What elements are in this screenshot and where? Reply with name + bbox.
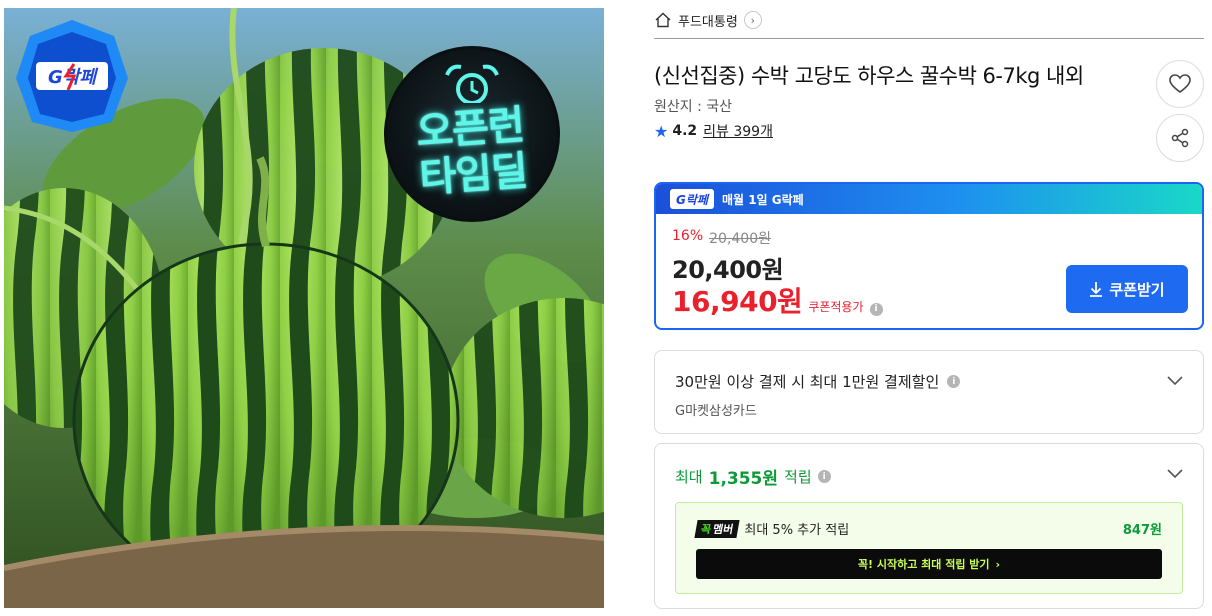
membership-amount: 847원 <box>1122 523 1162 538</box>
promo-header: G락페 매월 1일 G락페 <box>656 184 1202 214</box>
product-rating: ★ 4.2 리뷰 399개 <box>654 121 773 141</box>
timedeal-line1: 오픈런 <box>415 102 526 156</box>
share-icon <box>1171 128 1189 148</box>
points-prefix: 최대 <box>675 468 703 486</box>
membership-signup-button[interactable]: 꼭! 시작하고 최대 적립 받기 › <box>696 549 1162 579</box>
points-panel: 최대 1,355원 적립 i 꼭 멤버 최대 5% 추가 적립 847원 꼭! 시… <box>654 443 1204 609</box>
breadcrumb: 푸드대통령 › <box>654 9 1204 31</box>
points-headline: 최대 1,355원 적립 i <box>675 464 831 489</box>
chevron-right-icon: › <box>995 557 1001 571</box>
alarm-clock-icon <box>445 64 499 103</box>
membership-cta-label: 꼭! 시작하고 최대 적립 받기 <box>857 558 990 571</box>
rating-score: 4.2 <box>672 123 698 139</box>
chevron-right-icon[interactable]: › <box>743 11 762 29</box>
g-lakpe-badge-icon: G락페 <box>14 18 130 134</box>
chevron-down-icon[interactable] <box>1167 376 1183 386</box>
info-icon[interactable]: i <box>869 302 883 316</box>
membership-row: 꼭 멤버 최대 5% 추가 적립 <box>694 519 850 538</box>
timedeal-badge: 오픈런 타임딜 <box>384 46 560 222</box>
breadcrumb-divider <box>654 38 1204 39</box>
membership-text: 최대 5% 추가 적립 <box>744 523 850 538</box>
info-icon[interactable]: i <box>947 375 961 388</box>
card-discount-panel[interactable]: 30만원 이상 결제 시 최대 1만원 결제할인 i G마켓삼성카드 <box>654 350 1204 434</box>
share-button[interactable] <box>1156 114 1204 162</box>
coupon-price: 16,940원 <box>672 285 803 318</box>
price-box: G락페 매월 1일 G락페 16% 20,400원 20,400원 16,940… <box>654 182 1204 330</box>
get-coupon-label: 쿠폰받기 <box>1109 280 1165 299</box>
points-suffix: 적립 <box>784 468 812 486</box>
wishlist-button[interactable] <box>1156 60 1204 108</box>
card-discount-headline: 30만원 이상 결제 시 최대 1만원 결제할인 <box>675 373 940 391</box>
review-count-link[interactable]: 리뷰 399개 <box>703 121 773 141</box>
home-icon[interactable] <box>654 11 672 29</box>
chevron-down-icon[interactable] <box>1167 469 1183 479</box>
info-icon[interactable]: i <box>817 470 831 483</box>
discount-row: 16% 20,400원 <box>672 228 771 248</box>
membership-box: 꼭 멤버 최대 5% 추가 적립 847원 꼭! 시작하고 최대 적립 받기 › <box>675 502 1183 594</box>
kkok-member-badge: 꼭 멤버 <box>694 519 740 538</box>
product-title: (신선집중) 수박 고당도 하우스 꿀수박 6-7kg 내외 <box>654 64 1084 88</box>
product-image: G락페 오픈런 타임딜 <box>4 8 604 608</box>
points-amount: 1,355원 <box>708 469 779 489</box>
coupon-note: 쿠폰적용가 <box>808 300 864 314</box>
heart-icon <box>1169 74 1191 93</box>
download-icon <box>1090 282 1103 297</box>
original-price: 20,400원 <box>709 231 771 247</box>
product-origin: 원산지 : 국산 <box>654 99 733 115</box>
coupon-price-row: 16,940원 쿠폰적용가 i <box>672 280 883 320</box>
promo-headline: 매월 1일 G락페 <box>721 192 804 207</box>
g-lakpe-mini-badge: G락페 <box>670 189 714 209</box>
breadcrumb-store-link[interactable]: 푸드대통령 <box>678 11 738 30</box>
timedeal-line2: 타임딜 <box>418 148 529 202</box>
star-icon: ★ <box>654 121 669 141</box>
discount-rate: 16% <box>672 228 704 244</box>
card-name: G마켓삼성카드 <box>675 404 757 419</box>
get-coupon-button[interactable]: 쿠폰받기 <box>1066 265 1188 313</box>
